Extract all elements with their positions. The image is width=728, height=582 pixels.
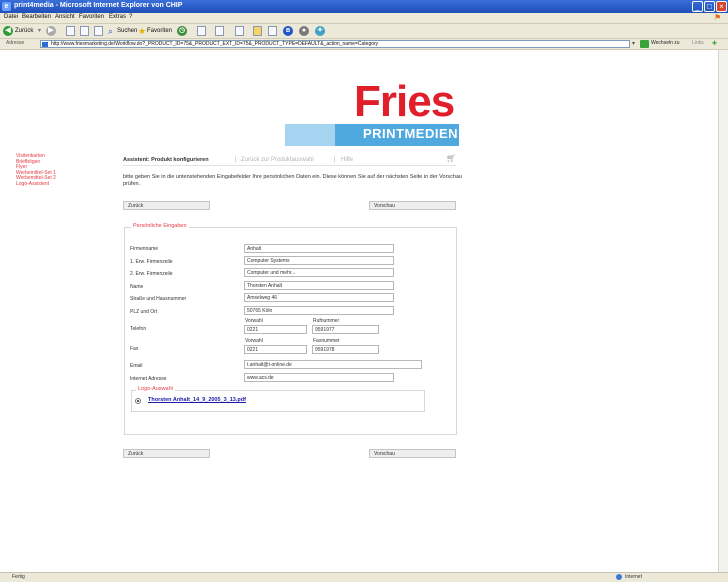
history-icon[interactable]: ◷ [177, 26, 187, 36]
folder-icon[interactable] [253, 26, 262, 36]
stop-icon[interactable] [66, 26, 75, 36]
name-input[interactable]: Thorsten Anhalt [244, 281, 394, 290]
address-url: http://www.friesmarketing.de/Workflow.do… [51, 41, 379, 47]
wizard-back-link[interactable]: Zurück zur Produktauswahl [241, 157, 314, 163]
messenger-icon[interactable]: ● [299, 26, 309, 36]
address-input[interactable]: http://www.friesmarketing.de/Workflow.do… [40, 40, 630, 48]
close-button[interactable]: × [716, 1, 727, 12]
logo-file-link[interactable]: Thorsten Anhalt_14_9_2005_3_13.pdf [148, 397, 246, 403]
page-icon [42, 42, 48, 47]
home-icon[interactable] [94, 26, 103, 36]
menu-item-favoriten[interactable]: Favoriten [79, 14, 104, 20]
title-bar: e print4media - Microsoft Internet Explo… [0, 0, 728, 13]
sidebar-nav: Visitenkarten Briefbögen Flyer Werbemitt… [16, 153, 56, 188]
search-icon[interactable]: ⌕ [108, 26, 113, 36]
toolbar: ◀ Zurück ▾ ▶ ⌕ Suchen ★ Favoriten ◷ ʙ ● … [0, 24, 728, 39]
wizard-nav: Assistent: Produkt konfigurieren | Zurüc… [123, 154, 456, 166]
back-button-top[interactable]: Zurück [123, 201, 210, 210]
wizard-help-link[interactable]: Hilfe [341, 157, 353, 163]
field-label-fax: Fax [130, 346, 139, 352]
internet-zone-icon [616, 574, 622, 580]
cart-icon[interactable]: 🛒︎ [446, 154, 456, 163]
telefon-area-label: Vorwahl [245, 318, 263, 324]
go-arrow-icon[interactable] [640, 40, 649, 48]
back-button-bottom[interactable]: Zurück [123, 449, 210, 458]
fax-area-label: Vorwahl [245, 338, 263, 344]
intro-text: bitte geben Sie in die untenstehenden Ei… [123, 174, 463, 187]
refresh-icon[interactable] [80, 26, 89, 36]
favorites-star-icon[interactable]: ★ [138, 26, 146, 36]
address-label: Adresse [6, 40, 25, 46]
menu-item-ansicht[interactable]: Ansicht [55, 14, 75, 20]
menu-item-extras[interactable]: Extras [109, 14, 126, 20]
address-bar: Adresse http://www.friesmarketing.de/Wor… [0, 39, 728, 50]
back-dropdown-icon[interactable]: ▾ [38, 26, 41, 36]
fax-number-input[interactable]: 9591978 [312, 345, 379, 354]
brand-logo-text: Fries [354, 77, 455, 126]
logo-band-light [285, 124, 335, 146]
preview-button-bottom[interactable]: Vorschau [369, 449, 456, 458]
fax-area-input[interactable]: 0221 [244, 345, 307, 354]
firmenzeile-2-input[interactable]: Computer und mehr... [244, 268, 394, 277]
telefon-number-label: Rufnummer [313, 318, 340, 324]
field-label-email: Email [130, 363, 143, 369]
search-button-label[interactable]: Suchen [117, 26, 137, 36]
firmenname-input[interactable]: Anhalt [244, 244, 394, 253]
logo-radio[interactable] [135, 398, 141, 404]
field-label-internet: Internet Adresse [130, 376, 167, 382]
status-text: Fertig [12, 574, 25, 580]
links-label[interactable]: Links [692, 40, 704, 46]
menu-bar: Datei Bearbeiten Ansicht Favoriten Extra… [0, 13, 728, 24]
ie-icon: e [2, 2, 11, 11]
personal-data-legend: Persönliche Eingaben [131, 223, 189, 229]
address-dropdown-icon[interactable]: ▾ [632, 40, 635, 47]
wizard-separator: | [235, 157, 237, 163]
plz-ort-input[interactable]: 50765 Köln [244, 306, 394, 315]
back-button-label[interactable]: Zurück [15, 26, 33, 36]
chip-tools-icon[interactable]: ✦ [315, 26, 325, 36]
preview-button-top[interactable]: Vorschau [369, 201, 456, 210]
field-label-firmenname: Firmenname [130, 246, 159, 252]
wizard-current-step: Assistent: Produkt konfigurieren [123, 157, 209, 163]
field-label-telefon: Telefon [130, 326, 147, 332]
page-icon[interactable] [268, 26, 277, 36]
telefon-number-input[interactable]: 9591977 [312, 325, 379, 334]
zone-label: Internet [625, 574, 642, 580]
fax-number-label: Faxnummer [313, 338, 340, 344]
logo-legend: Logo-Auswahl [136, 386, 175, 392]
firmenzeile-1-input[interactable]: Computer Systems [244, 256, 394, 265]
menu-item-datei[interactable]: Datei [4, 14, 18, 20]
logo-subtitle: PRINTMEDIEN [362, 126, 458, 141]
mail-icon[interactable] [197, 26, 206, 36]
print-icon[interactable] [215, 26, 224, 36]
edit-icon[interactable] [235, 26, 244, 36]
window-title: print4media - Microsoft Internet Explore… [14, 2, 183, 9]
go-button-label[interactable]: Wechseln zu [651, 40, 680, 46]
internet-input[interactable]: www.acs.de [244, 373, 394, 382]
field-label-plz-ort: PLZ und Ort [130, 309, 158, 315]
chip-nav-icon[interactable]: ✚ [712, 40, 717, 47]
back-arrow-icon[interactable]: ◀ [3, 26, 13, 36]
field-label-firmenzeile-1: 1. Erw. Firmenzeile [130, 259, 173, 265]
favorites-button-label[interactable]: Favoriten [147, 26, 172, 36]
maximize-button[interactable]: □ [704, 1, 715, 12]
menu-item-help[interactable]: ? [129, 14, 132, 20]
menu-item-bearbeiten[interactable]: Bearbeiten [22, 14, 51, 20]
minimize-button[interactable]: _ [692, 1, 703, 12]
sidebar-item-logo-assistent[interactable]: Logo-Assistent [16, 181, 56, 188]
field-label-firmenzeile-2: 2. Erw. Firmenzeile [130, 271, 173, 277]
wizard-separator: | [334, 157, 336, 163]
field-label-strasse: Straße und Hausnummer [130, 296, 187, 302]
email-input[interactable]: t.anhalt@t-online.de [244, 360, 422, 369]
forward-arrow-icon[interactable]: ▶ [46, 26, 56, 36]
bluetooth-icon[interactable]: ʙ [283, 26, 293, 36]
windows-logo-icon: ⚑ [714, 13, 722, 22]
field-label-name: Name [130, 284, 144, 290]
strasse-input[interactable]: Amselweg 46 [244, 293, 394, 302]
vertical-scrollbar[interactable] [718, 50, 728, 572]
telefon-area-input[interactable]: 0221 [244, 325, 307, 334]
